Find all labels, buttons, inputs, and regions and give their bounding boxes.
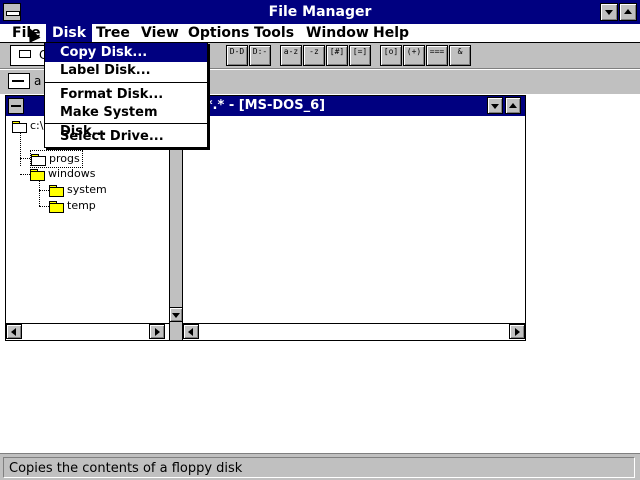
menu-bar: File Disk Tree View Options Tools Window… bbox=[0, 24, 640, 43]
tree-item-temp[interactable]: temp bbox=[49, 198, 96, 214]
menu-window[interactable]: Window bbox=[300, 24, 375, 43]
arrow-left-icon bbox=[11, 328, 16, 336]
menu-help[interactable]: Help bbox=[367, 24, 415, 43]
tree-item-label: c:\ bbox=[30, 119, 44, 132]
status-text: Copies the contents of a floppy disk bbox=[3, 457, 635, 478]
run-icon: & bbox=[457, 47, 463, 56]
menu-tree[interactable]: Tree bbox=[90, 24, 136, 43]
menu-disk[interactable]: Disk bbox=[46, 24, 93, 43]
disconnect-drive-button[interactable]: D:- bbox=[249, 45, 271, 66]
tree-item-label: system bbox=[67, 183, 107, 196]
folder-icon bbox=[49, 184, 64, 197]
status-bar: Copies the contents of a floppy disk bbox=[0, 453, 640, 480]
window-title: File Manager bbox=[268, 4, 372, 20]
tree-item-label: progs bbox=[49, 152, 80, 165]
scroll-left-button[interactable] bbox=[183, 324, 199, 339]
tree-item-label: temp bbox=[67, 199, 96, 212]
arrow-right-icon bbox=[515, 328, 520, 336]
menu-item-copy-disk[interactable]: Copy Disk... bbox=[45, 43, 207, 62]
tree-pane[interactable]: c:\ progs windows system temp bbox=[6, 116, 169, 340]
menu-view[interactable]: View bbox=[135, 24, 185, 43]
tree-line bbox=[20, 158, 30, 159]
stop-sharing-icon: (+) bbox=[406, 47, 422, 56]
file-hscrollbar[interactable] bbox=[183, 323, 525, 340]
tree-item-windows[interactable]: windows bbox=[30, 166, 95, 182]
menu-options[interactable]: Options bbox=[182, 24, 255, 43]
scroll-right-button[interactable] bbox=[149, 324, 165, 339]
open-folder-icon bbox=[31, 153, 46, 166]
tree-line bbox=[20, 174, 30, 175]
view-list-button[interactable]: === bbox=[426, 45, 448, 66]
connect-drive-icon: D-D bbox=[229, 47, 245, 56]
pane-splitter[interactable] bbox=[169, 116, 183, 340]
tree-item-system[interactable]: system bbox=[49, 182, 107, 198]
sort-size-icon: [#] bbox=[329, 47, 345, 56]
scroll-left-button[interactable] bbox=[6, 324, 22, 339]
child-minimize-button[interactable] bbox=[487, 97, 503, 114]
tree-line bbox=[39, 180, 40, 206]
menu-item-select-drive[interactable]: Select Drive... bbox=[45, 127, 207, 146]
folder-icon bbox=[30, 168, 45, 181]
drive-icon bbox=[19, 50, 31, 58]
maximize-button[interactable] bbox=[619, 3, 637, 21]
minimize-icon bbox=[605, 10, 613, 15]
menu-item-format-disk[interactable]: Format Disk... bbox=[45, 85, 207, 104]
sort-name-button[interactable]: a-z bbox=[280, 45, 302, 66]
sort-type-icon: -z bbox=[309, 47, 319, 56]
view-list-icon: === bbox=[429, 47, 445, 56]
title-bar: File Manager bbox=[0, 0, 640, 24]
child-maximize-button[interactable] bbox=[505, 97, 521, 114]
menu-separator bbox=[45, 123, 207, 124]
minimize-icon bbox=[491, 104, 499, 109]
stop-sharing-button[interactable]: (+) bbox=[403, 45, 425, 66]
sort-date-button[interactable]: [=] bbox=[349, 45, 371, 66]
disk-menu-dropdown: Copy Disk... Label Disk... Format Disk..… bbox=[44, 42, 208, 148]
sort-size-button[interactable]: [#] bbox=[326, 45, 348, 66]
sort-name-icon: a-z bbox=[283, 47, 299, 56]
disconnect-drive-icon: D:- bbox=[252, 47, 268, 56]
file-list-pane[interactable] bbox=[183, 116, 525, 340]
tree-item-root[interactable]: c:\ bbox=[12, 118, 43, 134]
sort-date-icon: [=] bbox=[352, 47, 368, 56]
drive-label[interactable]: a bbox=[34, 74, 41, 88]
arrow-down-icon bbox=[172, 313, 180, 318]
sort-type-button[interactable]: -z bbox=[303, 45, 325, 66]
menu-item-label-disk[interactable]: Label Disk... bbox=[45, 61, 207, 80]
scroll-down-button[interactable] bbox=[169, 307, 183, 322]
tree-hscrollbar[interactable] bbox=[6, 323, 169, 340]
minimize-button[interactable] bbox=[600, 3, 618, 21]
tree-line bbox=[39, 206, 49, 207]
open-folder-icon bbox=[12, 120, 27, 133]
scroll-right-button[interactable] bbox=[509, 324, 525, 339]
share-icon: [o] bbox=[383, 47, 399, 56]
arrow-right-icon bbox=[155, 328, 160, 336]
arrow-left-icon bbox=[188, 328, 193, 336]
menu-tools[interactable]: Tools bbox=[248, 24, 300, 43]
share-button[interactable]: [o] bbox=[380, 45, 402, 66]
folder-icon bbox=[49, 200, 64, 213]
maximize-icon bbox=[624, 9, 632, 14]
tree-line bbox=[20, 132, 21, 166]
floppy-drive-icon[interactable] bbox=[8, 73, 30, 89]
maximize-icon bbox=[509, 103, 517, 108]
connect-drive-button[interactable]: D-D bbox=[226, 45, 248, 66]
tree-item-label: windows bbox=[48, 167, 96, 180]
menu-item-make-system-disk[interactable]: Make System Disk... bbox=[45, 103, 207, 139]
run-button[interactable]: & bbox=[449, 45, 471, 66]
tree-line bbox=[39, 190, 49, 191]
menu-separator bbox=[45, 82, 207, 83]
